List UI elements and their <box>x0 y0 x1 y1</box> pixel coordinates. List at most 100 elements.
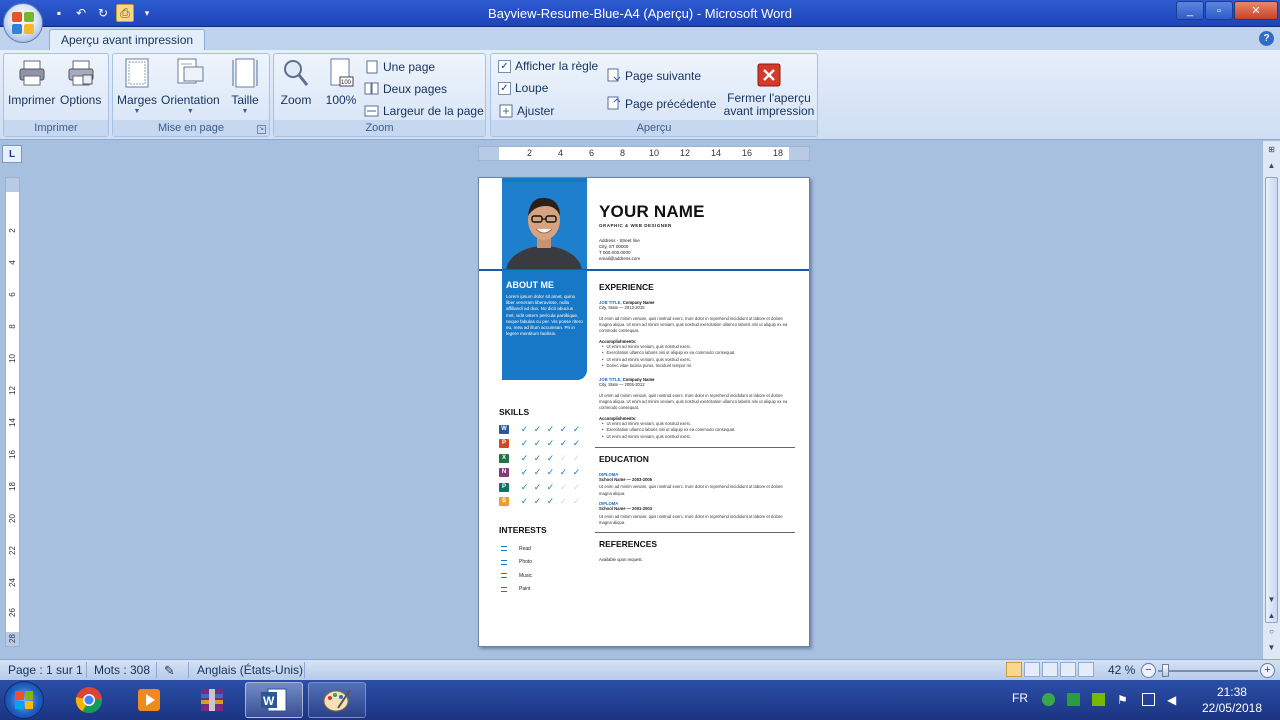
skill-app-icon: S <box>499 497 509 507</box>
redo-icon[interactable]: ↻ <box>94 4 112 22</box>
about-title: ABOUT ME <box>506 280 554 290</box>
h-tick: 12 <box>680 148 691 158</box>
interest-label: Paint <box>519 586 531 593</box>
show-ruler-check-icon: ✓ <box>498 59 511 73</box>
resume-subtitle: GRAPHIC & WEB DESIGNER <box>599 223 672 228</box>
full-screen-view-icon[interactable] <box>1024 662 1040 677</box>
taille-button[interactable]: Taille ▼ <box>229 57 261 115</box>
skill-row: P ✓ ✓ ✓ ✓ ✓ <box>499 437 583 452</box>
save-icon[interactable]: ▪ <box>50 4 68 22</box>
prev-page-icon <box>606 96 621 111</box>
maximize-button[interactable]: ▫ <box>1205 1 1233 20</box>
job-company: Company Name <box>622 377 655 383</box>
skill-check-icon: ✓ <box>572 481 581 492</box>
tray-flag-icon[interactable]: ⚑ <box>1117 693 1130 707</box>
zoom-out-icon[interactable]: − <box>1141 663 1156 678</box>
prev-page-arrow-icon[interactable]: ▲ <box>1265 609 1278 622</box>
taskbar-media-player[interactable] <box>120 682 178 718</box>
job-entry: JOB TITLE, Company Name City, State — 20… <box>599 377 791 440</box>
options-button[interactable]: Options <box>60 57 101 107</box>
tray-display-icon[interactable] <box>1142 693 1155 706</box>
print-layout-view-icon[interactable] <box>1006 662 1022 677</box>
two-pages-button[interactable]: Deux pages <box>364 81 447 96</box>
job-dates: City, State — 2013-2015 <box>599 305 645 311</box>
taskbar-chrome[interactable] <box>60 682 118 718</box>
page-width-button[interactable]: Largeur de la page <box>364 103 484 118</box>
taskbar-paint[interactable] <box>308 682 366 718</box>
document-page[interactable]: YOUR NAME GRAPHIC & WEB DESIGNER Address… <box>478 177 810 647</box>
next-page-button[interactable]: Page suivante <box>606 68 701 83</box>
start-button[interactable] <box>4 681 44 719</box>
horizontal-ruler[interactable]: 2 4 6 8 10 12 14 16 18 <box>478 146 810 161</box>
zoom-slider-knob[interactable] <box>1161 664 1169 677</box>
outline-view-icon[interactable] <box>1060 662 1076 677</box>
ruler-tab-selector[interactable]: L <box>2 145 22 163</box>
print-button[interactable]: Imprimer <box>8 57 55 107</box>
scroll-ruler-icon[interactable]: ⊞ <box>1265 143 1278 156</box>
skill-check-icon: ✓ <box>520 423 529 434</box>
close-button[interactable]: ✕ <box>1234 1 1278 20</box>
window-controls: _ ▫ ✕ <box>1176 1 1278 20</box>
winrar-icon <box>201 689 223 711</box>
vertical-scrollbar[interactable]: ⊞ ▲ ▼ ▲ ○ ▼ <box>1262 141 1280 659</box>
v-tick: 6 <box>8 292 17 297</box>
print-preview-icon[interactable]: ⎙ <box>116 4 134 22</box>
scroll-down-arrow-icon[interactable]: ▼ <box>1265 593 1278 606</box>
show-ruler-checkbox[interactable]: ✓ Afficher la règle <box>498 59 598 73</box>
tray-sync-icon[interactable] <box>1067 693 1080 706</box>
zoom-slider-track[interactable] <box>1158 670 1258 672</box>
proofing-icon[interactable]: ✎ <box>164 663 175 679</box>
zoom-100-button[interactable]: 100 100% <box>325 57 357 107</box>
zoom-button[interactable]: Zoom <box>280 57 312 107</box>
tray-network-globe-icon[interactable] <box>1042 693 1055 706</box>
status-words[interactable]: Mots : 308 <box>94 663 150 677</box>
draft-view-icon[interactable] <box>1078 662 1094 677</box>
marges-dropdown-icon: ▼ <box>133 108 141 115</box>
tray-volume-icon[interactable]: ◀ <box>1167 693 1180 707</box>
page-100-icon: 100 <box>325 57 357 89</box>
close-preview-label-2: avant impression <box>723 104 815 118</box>
interests-title: INTERESTS <box>499 525 547 535</box>
tab-apercu[interactable]: Aperçu avant impression <box>49 29 206 51</box>
show-ruler-label: Afficher la règle <box>515 59 599 73</box>
one-page-button[interactable]: Une page <box>364 59 435 74</box>
zoom-label: Zoom <box>280 93 312 107</box>
references-text: Available upon request. <box>599 557 643 563</box>
printer-icon <box>16 57 48 89</box>
zoom-in-icon[interactable]: + <box>1260 663 1275 678</box>
quick-access-toolbar: ▪ ↶ ↻ ⎙ ▾ <box>50 4 156 22</box>
scroll-up-arrow-icon[interactable]: ▲ <box>1265 159 1278 172</box>
help-icon[interactable]: ? <box>1259 31 1274 46</box>
status-page[interactable]: Page : 1 sur 1 <box>8 663 83 677</box>
status-language[interactable]: Anglais (États-Unis) <box>197 663 303 677</box>
skill-check-icon: ✓ <box>533 496 542 507</box>
marges-button[interactable]: Marges ▼ <box>117 57 157 115</box>
office-button[interactable] <box>3 3 43 43</box>
scroll-thumb[interactable] <box>1265 177 1278 623</box>
tray-nvidia-icon[interactable] <box>1092 693 1105 706</box>
zoom-percentage[interactable]: 42 % <box>1108 663 1135 677</box>
taskbar-winrar[interactable] <box>183 682 241 718</box>
options-label: Options <box>60 93 102 107</box>
close-preview-button[interactable]: Fermer l'aperçu avant impression <box>723 62 815 118</box>
taskbar-word[interactable]: W <box>245 682 303 718</box>
undo-icon[interactable]: ↶ <box>72 4 90 22</box>
customize-qat-icon[interactable]: ▾ <box>138 4 156 22</box>
orientation-button[interactable]: Orientation ▼ <box>161 57 220 115</box>
orientation-label: Orientation <box>161 93 220 107</box>
magnifier-check-icon: ✓ <box>498 81 511 95</box>
mise-en-page-dialog-launcher[interactable]: ↘ <box>257 125 266 134</box>
language-indicator[interactable]: FR <box>1012 691 1028 705</box>
minimize-button[interactable]: _ <box>1176 1 1204 20</box>
next-page-arrow-icon[interactable]: ▼ <box>1265 641 1278 654</box>
web-layout-view-icon[interactable] <box>1042 662 1058 677</box>
browse-object-icon[interactable]: ○ <box>1265 625 1278 638</box>
v-tick: 14 <box>8 418 17 427</box>
fit-button[interactable]: Ajuster <box>498 103 554 118</box>
magnifier-checkbox[interactable]: ✓ Loupe <box>498 81 548 95</box>
vertical-ruler[interactable]: 2 4 6 8 10 12 14 16 18 20 22 24 26 28 <box>5 177 20 647</box>
prev-page-button[interactable]: Page précédente <box>606 96 716 111</box>
skill-check-icon: ✓ <box>559 423 568 434</box>
education-description: Ut enim ad minim veniam, quis nostrud ex… <box>599 513 783 526</box>
clock[interactable]: 21:38 22/05/2018 <box>1202 684 1262 716</box>
